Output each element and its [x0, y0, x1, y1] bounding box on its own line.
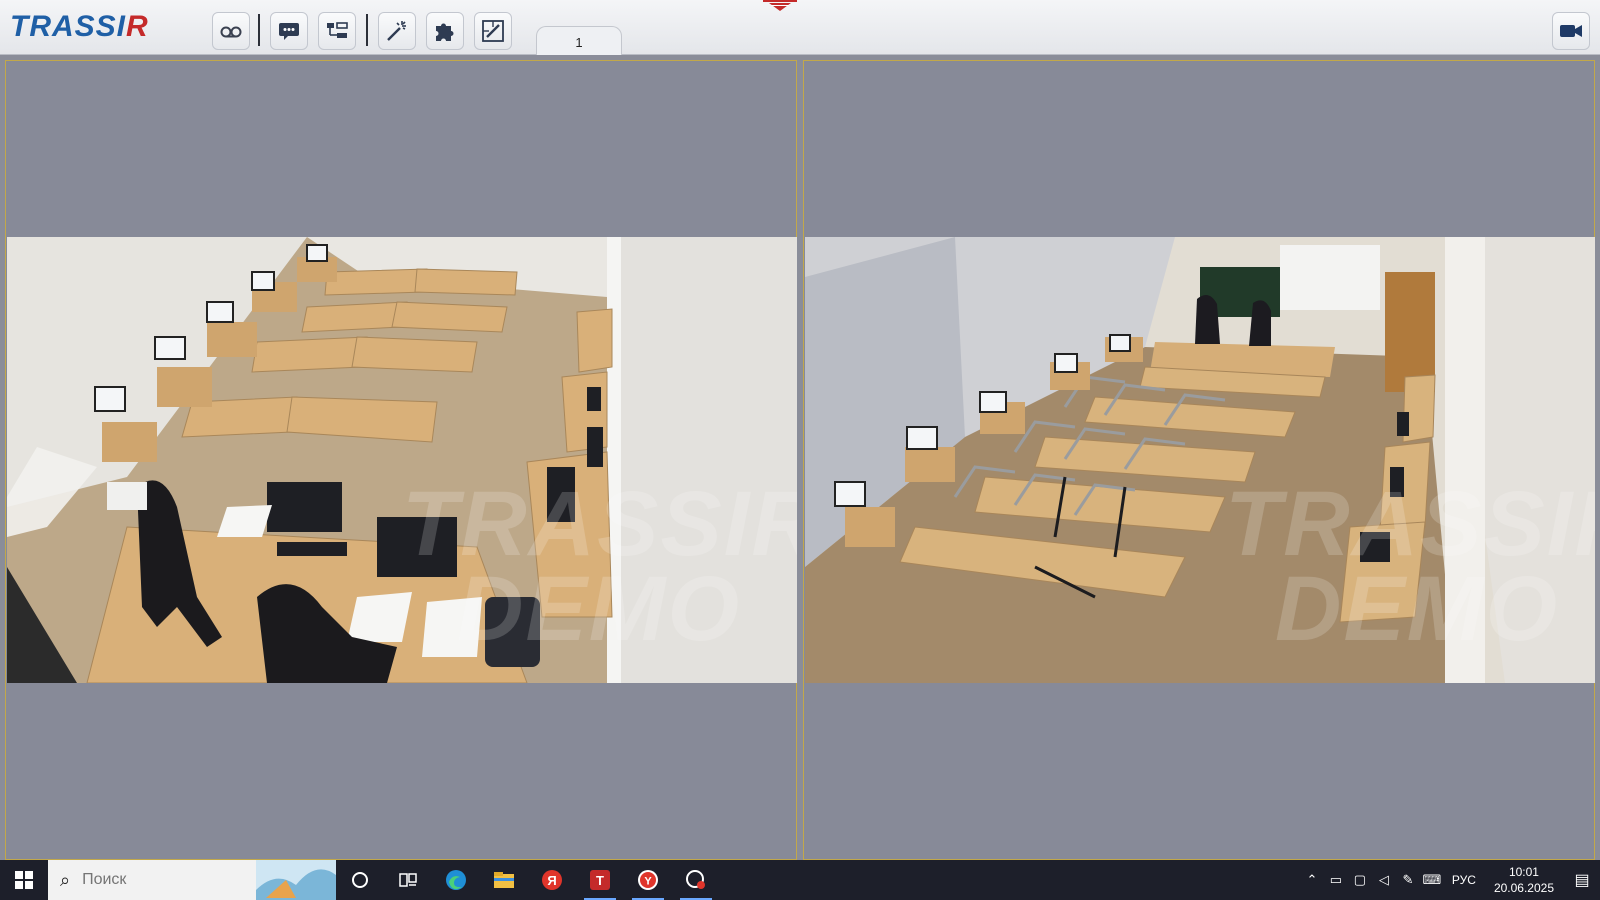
- keyboard-icon[interactable]: ⌨: [1420, 872, 1444, 888]
- volume-icon[interactable]: ◁: [1372, 872, 1396, 888]
- svg-text:Y: Y: [644, 876, 652, 888]
- edge-icon: [446, 870, 466, 890]
- battery-icon[interactable]: ▭: [1324, 872, 1348, 888]
- settings-wizard-button[interactable]: [378, 12, 416, 50]
- notifications-icon[interactable]: ▤: [1564, 870, 1600, 890]
- toolbar-divider: [366, 14, 368, 46]
- clock[interactable]: 10:01 20.06.2025: [1494, 864, 1554, 896]
- clock-date: 20.06.2025: [1493, 881, 1554, 895]
- layout-button[interactable]: [318, 12, 356, 50]
- yandex-button[interactable]: Я: [528, 860, 576, 900]
- trassir-logo: TRASSIR: [10, 10, 149, 43]
- video-pane-left[interactable]: TRASSIR DEMO: [5, 60, 797, 860]
- dropdown-indicator-icon[interactable]: [763, 0, 797, 12]
- messages-button[interactable]: [270, 12, 308, 50]
- chat-icon: [279, 23, 299, 40]
- editor-button[interactable]: [474, 12, 512, 50]
- edit-icon: [482, 20, 504, 42]
- explorer-button[interactable]: [480, 860, 528, 900]
- tree-icon: [327, 22, 348, 38]
- svg-text:Я: Я: [547, 873, 556, 888]
- chevron-up-icon[interactable]: ⌃: [1300, 872, 1324, 888]
- cortana-button[interactable]: [336, 860, 384, 900]
- search-highlight-image: [256, 860, 336, 900]
- archive-button[interactable]: [212, 12, 250, 50]
- clock-time: 10:01: [1508, 865, 1539, 879]
- cortana-icon: [352, 872, 368, 888]
- camera-button[interactable]: [1552, 12, 1590, 50]
- screen-recorder-icon: [686, 870, 705, 889]
- toolbar-divider: [258, 14, 260, 46]
- camera-feed-right[interactable]: TRASSIR DEMO: [805, 237, 1595, 683]
- task-view-button[interactable]: [384, 860, 432, 900]
- edge-button[interactable]: [432, 860, 480, 900]
- video-pane-right[interactable]: TRASSIR DEMO: [803, 60, 1595, 860]
- taskbar-search[interactable]: ⌕: [48, 860, 336, 900]
- search-input[interactable]: [80, 870, 265, 890]
- windows-taskbar: ⌕ Я T Y ⌃ ▭ ▢ ◁ ✎ ⌨ РУС 10:01: [0, 860, 1600, 900]
- layout-tab[interactable]: 1: [536, 26, 622, 55]
- wand-icon: [387, 21, 406, 41]
- puzzle-icon: [436, 23, 454, 41]
- yandex-browser-button[interactable]: Y: [624, 860, 672, 900]
- voicemail-icon: [220, 26, 242, 38]
- system-tray: ⌃ ▭ ▢ ◁ ✎ ⌨ РУС 10:01 20.06.2025 ▤: [1300, 860, 1600, 900]
- task-view-icon: [399, 873, 417, 887]
- yandex-icon: Я: [542, 870, 562, 890]
- pen-icon[interactable]: ✎: [1396, 872, 1420, 888]
- start-button[interactable]: [0, 860, 48, 900]
- trassir-taskbar-button[interactable]: T: [576, 860, 624, 900]
- svg-text:T: T: [596, 873, 604, 888]
- toolbar: TRASSIR 1: [0, 0, 1600, 55]
- plugins-button[interactable]: [426, 12, 464, 50]
- language-indicator[interactable]: РУС: [1452, 873, 1476, 887]
- screen-recorder-button[interactable]: [672, 860, 720, 900]
- watermark-sub: DEMO: [457, 558, 741, 660]
- search-icon: ⌕: [60, 869, 71, 890]
- tab-label: 1: [575, 35, 583, 50]
- explorer-icon: [494, 872, 514, 888]
- video-camera-icon: [1560, 25, 1582, 37]
- trassir-icon: T: [590, 870, 610, 890]
- watermark-sub: DEMO: [1275, 558, 1559, 660]
- yandex-browser-icon: Y: [638, 870, 658, 890]
- camera-feed-left[interactable]: TRASSIR DEMO: [7, 237, 797, 683]
- windows-logo-icon: [15, 871, 33, 889]
- network-icon[interactable]: ▢: [1348, 872, 1372, 888]
